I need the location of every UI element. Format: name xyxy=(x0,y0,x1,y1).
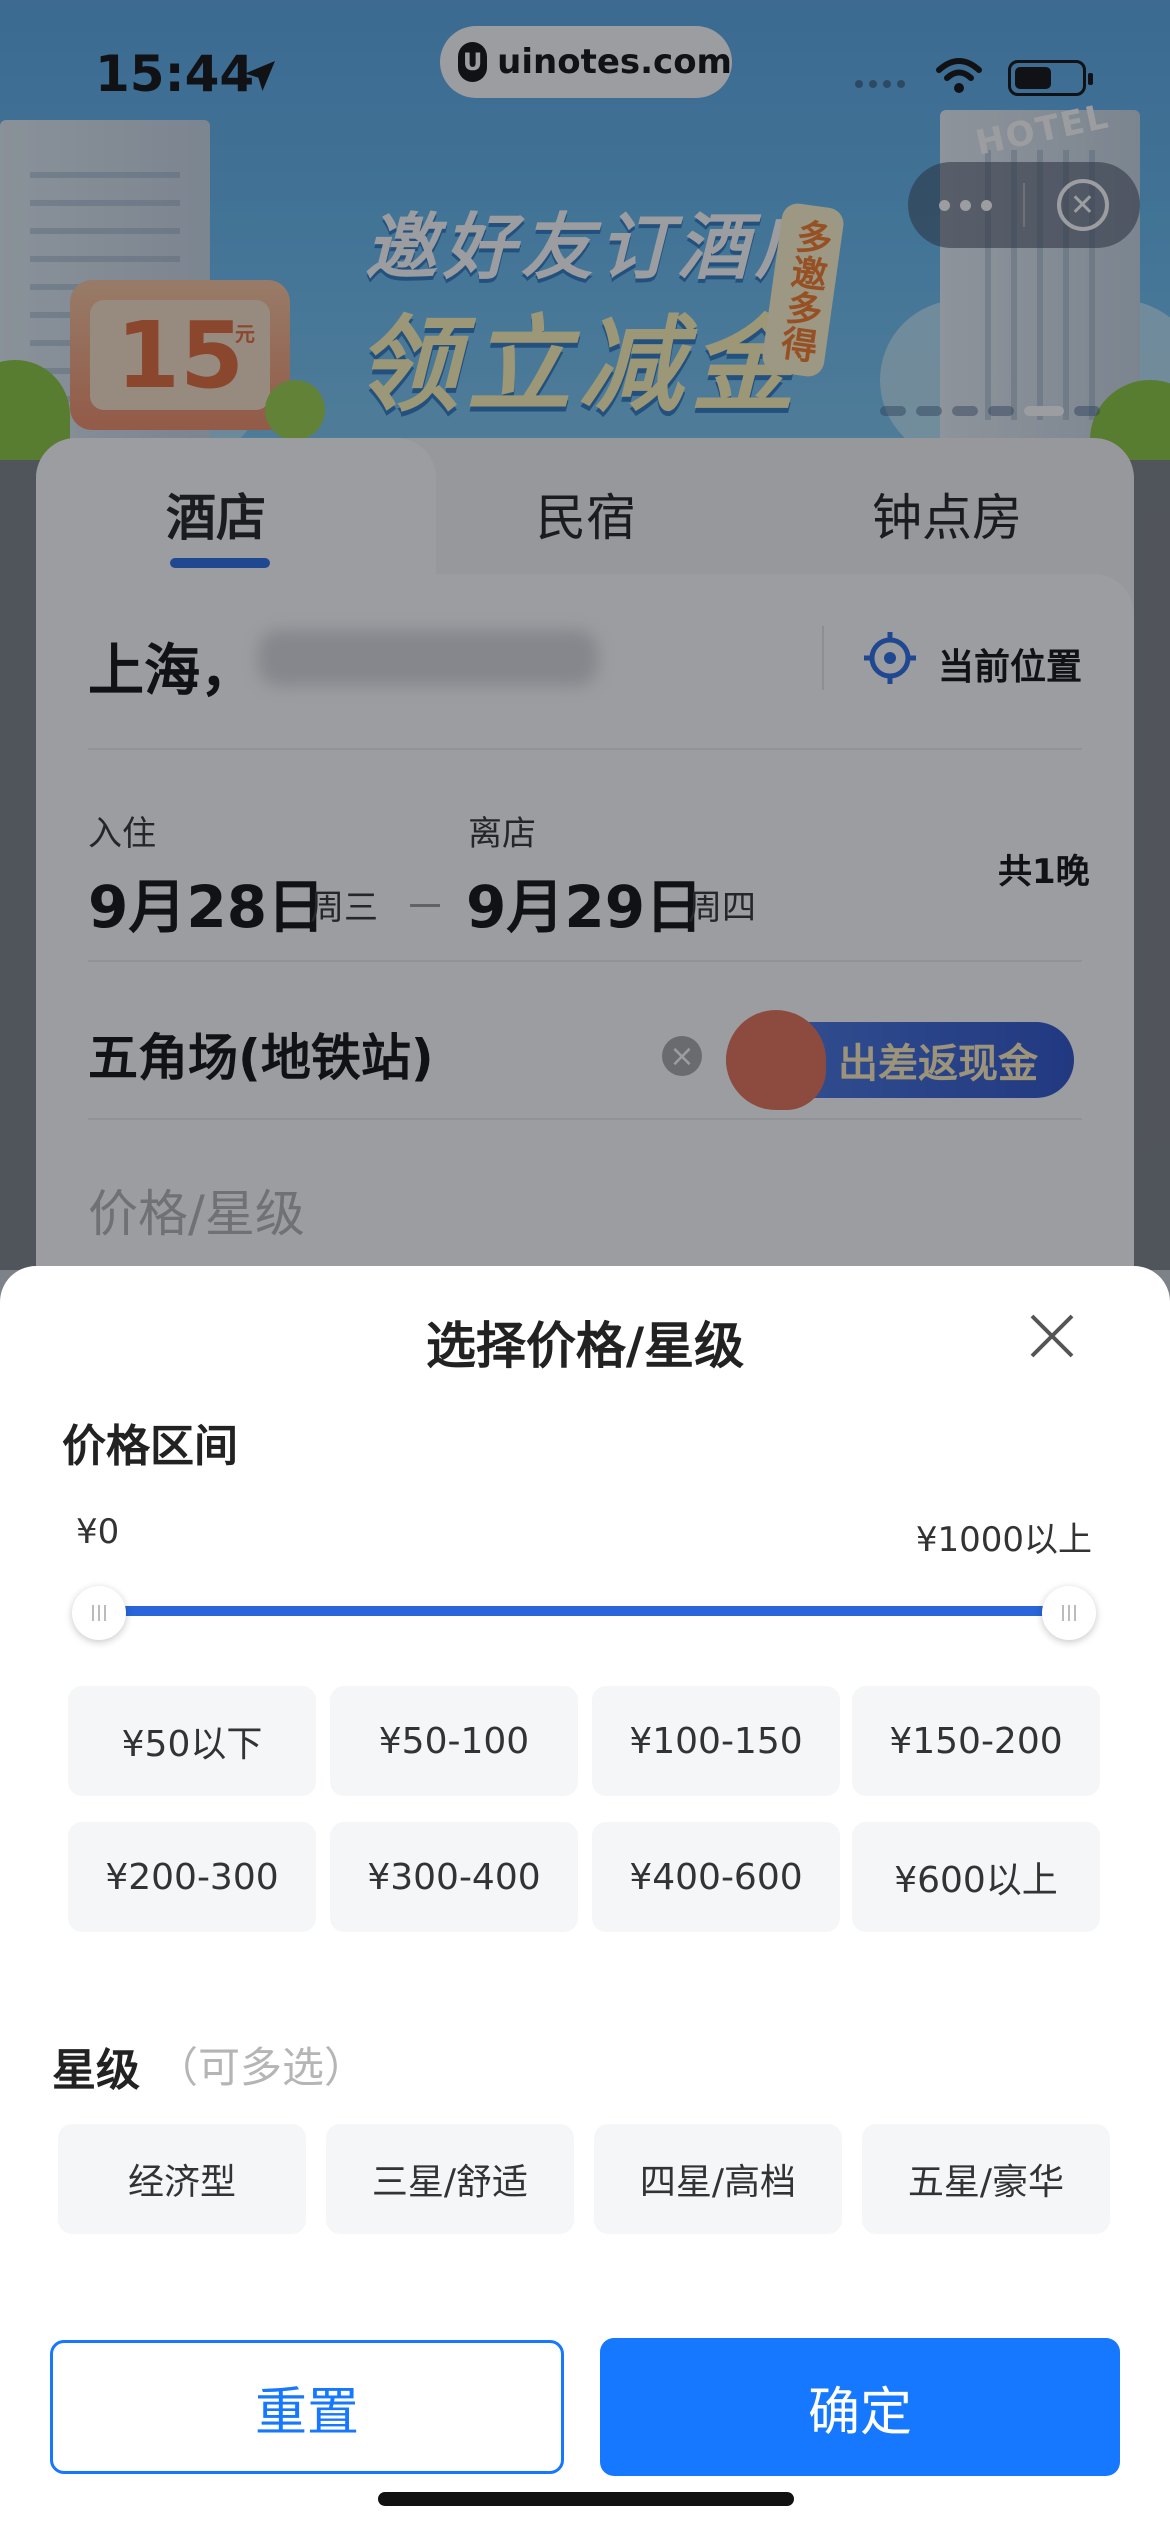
price-chip[interactable]: ¥150-200 xyxy=(852,1686,1100,1796)
modal-overlay[interactable] xyxy=(0,0,1170,1270)
star-chip[interactable]: 五星/豪华 xyxy=(862,2124,1110,2234)
price-min-label: ¥0 xyxy=(76,1512,120,1552)
star-section-title: 星级 xyxy=(52,2045,140,2096)
price-chip[interactable]: ¥50-100 xyxy=(330,1686,578,1796)
star-multi-hint: （可多选） xyxy=(156,2043,367,2092)
star-chip[interactable]: 经济型 xyxy=(58,2124,306,2234)
price-chip[interactable]: ¥50以下 xyxy=(68,1686,316,1796)
confirm-button[interactable]: 确定 xyxy=(600,2338,1120,2476)
price-chip[interactable]: ¥300-400 xyxy=(330,1822,578,1932)
sheet-title: 选择价格/星级 xyxy=(425,1317,745,1375)
price-chip[interactable]: ¥200-300 xyxy=(68,1822,316,1932)
price-chip[interactable]: ¥400-600 xyxy=(592,1822,840,1932)
close-icon[interactable] xyxy=(1022,1306,1082,1366)
price-chip[interactable]: ¥100-150 xyxy=(592,1686,840,1796)
home-indicator xyxy=(378,2492,794,2506)
star-chip[interactable]: 四星/高档 xyxy=(594,2124,842,2234)
price-star-sheet: 选择价格/星级 价格区间 ¥0 ¥1000以上 ¥50以下 ¥50-100 ¥1… xyxy=(0,1266,1170,2532)
reset-button[interactable]: 重置 xyxy=(50,2340,564,2474)
price-max-label: ¥1000以上 xyxy=(915,1520,1092,1560)
price-section-title: 价格区间 xyxy=(62,1421,238,1472)
price-slider-max-handle[interactable] xyxy=(1042,1586,1096,1640)
star-chip[interactable]: 三星/舒适 xyxy=(326,2124,574,2234)
price-slider-min-handle[interactable] xyxy=(72,1586,126,1640)
price-slider-track[interactable] xyxy=(98,1606,1070,1616)
price-chip[interactable]: ¥600以上 xyxy=(852,1822,1100,1932)
